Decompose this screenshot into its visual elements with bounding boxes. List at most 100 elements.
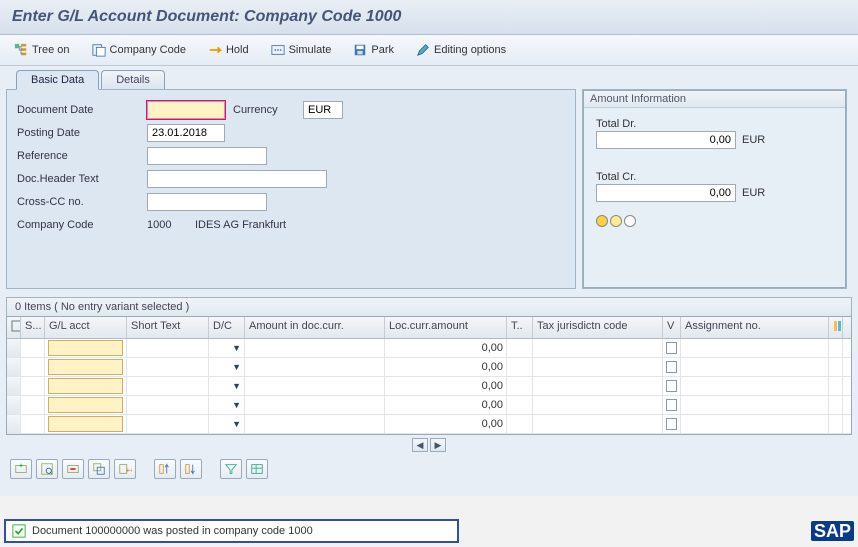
editing-options-button[interactable]: Editing options [412, 41, 510, 59]
chevron-down-icon: ▼ [232, 419, 241, 429]
cell-tax-jurisdiction[interactable] [533, 339, 663, 357]
row-selector[interactable] [7, 339, 21, 357]
cell-amount-doc[interactable] [245, 415, 385, 433]
cell-gl-acct[interactable] [45, 358, 127, 376]
cell-assignment[interactable] [681, 339, 829, 357]
row-selector[interactable] [7, 415, 21, 433]
cell-assignment[interactable] [681, 396, 829, 414]
cell-status[interactable] [21, 377, 45, 395]
posting-date-input[interactable] [147, 124, 225, 142]
col-gl-acct[interactable]: G/L acct [45, 317, 127, 338]
table-row[interactable]: ▼ 0,00 [7, 415, 851, 434]
cell-short-text[interactable] [127, 415, 209, 433]
cell-loc-amount[interactable]: 0,00 [385, 415, 507, 433]
col-loc-amount[interactable]: Loc.curr.amount [385, 317, 507, 338]
tab-basic-data[interactable]: Basic Data [16, 70, 99, 90]
tree-on-button[interactable]: Tree on [10, 41, 74, 59]
table-row[interactable]: ▼ 0,00 [7, 396, 851, 415]
cell-tax-code[interactable] [507, 358, 533, 376]
table-row[interactable]: ▼ 0,00 [7, 339, 851, 358]
cell-v-checkbox[interactable] [663, 358, 681, 376]
row-selector[interactable] [7, 396, 21, 414]
cell-loc-amount[interactable]: 0,00 [385, 358, 507, 376]
cell-status[interactable] [21, 339, 45, 357]
simulate-button[interactable]: Simulate [267, 41, 336, 59]
col-short-text[interactable]: Short Text [127, 317, 209, 338]
cell-tax-jurisdiction[interactable] [533, 415, 663, 433]
cell-tax-code[interactable] [507, 415, 533, 433]
cell-amount-doc[interactable] [245, 396, 385, 414]
cell-dc-dropdown[interactable]: ▼ [209, 358, 245, 376]
scroll-right-button[interactable]: ▶ [430, 438, 446, 452]
table-row[interactable]: ▼ 0,00 [7, 377, 851, 396]
cell-loc-amount[interactable]: 0,00 [385, 396, 507, 414]
reference-input[interactable] [147, 147, 267, 165]
cell-gl-acct[interactable] [45, 415, 127, 433]
cell-status[interactable] [21, 358, 45, 376]
select-all-icon[interactable] [7, 317, 21, 338]
cell-short-text[interactable] [127, 396, 209, 414]
cell-tax-jurisdiction[interactable] [533, 358, 663, 376]
cell-amount-doc[interactable] [245, 339, 385, 357]
cross-cc-input[interactable] [147, 193, 267, 211]
cell-v-checkbox[interactable] [663, 339, 681, 357]
cell-assignment[interactable] [681, 415, 829, 433]
cell-amount-doc[interactable] [245, 377, 385, 395]
cell-v-checkbox[interactable] [663, 396, 681, 414]
cell-gl-acct[interactable] [45, 396, 127, 414]
append-rows-button[interactable]: ++ [114, 459, 136, 479]
cell-tax-jurisdiction[interactable] [533, 377, 663, 395]
tab-details[interactable]: Details [101, 70, 165, 90]
document-date-input[interactable] [147, 101, 225, 119]
cell-gl-acct[interactable] [45, 377, 127, 395]
col-tax-code[interactable]: T.. [507, 317, 533, 338]
cell-gl-acct[interactable] [45, 339, 127, 357]
col-dc[interactable]: D/C [209, 317, 245, 338]
cell-dc-dropdown[interactable]: ▼ [209, 396, 245, 414]
cell-tax-code[interactable] [507, 377, 533, 395]
hold-button[interactable]: Hold [204, 41, 253, 59]
company-code-button[interactable]: Company Code [88, 41, 190, 59]
currency-input[interactable] [303, 101, 343, 119]
delete-row-button[interactable] [62, 459, 84, 479]
layout-button[interactable] [246, 459, 268, 479]
sort-asc-button[interactable] [154, 459, 176, 479]
configure-columns-icon[interactable] [829, 317, 843, 338]
cell-loc-amount[interactable]: 0,00 [385, 377, 507, 395]
cell-loc-amount[interactable]: 0,00 [385, 339, 507, 357]
cell-amount-doc[interactable] [245, 358, 385, 376]
col-amount-doc[interactable]: Amount in doc.curr. [245, 317, 385, 338]
col-tax-jurisdiction[interactable]: Tax jurisdictn code [533, 317, 663, 338]
col-assignment[interactable]: Assignment no. [681, 317, 829, 338]
cell-short-text[interactable] [127, 339, 209, 357]
row-selector[interactable] [7, 358, 21, 376]
cell-v-checkbox[interactable] [663, 377, 681, 395]
cell-assignment[interactable] [681, 377, 829, 395]
cell-dc-dropdown[interactable]: ▼ [209, 377, 245, 395]
status-message-box: Document 100000000 was posted in company… [4, 519, 459, 543]
insert-row-button[interactable] [10, 459, 32, 479]
cell-status[interactable] [21, 415, 45, 433]
copy-row-button[interactable] [88, 459, 110, 479]
cell-short-text[interactable] [127, 358, 209, 376]
posting-date-label: Posting Date [17, 127, 147, 139]
cell-v-checkbox[interactable] [663, 415, 681, 433]
row-selector[interactable] [7, 377, 21, 395]
cell-short-text[interactable] [127, 377, 209, 395]
cell-tax-code[interactable] [507, 339, 533, 357]
scroll-left-button[interactable]: ◀ [412, 438, 428, 452]
cell-status[interactable] [21, 396, 45, 414]
sort-desc-button[interactable] [180, 459, 202, 479]
col-status[interactable]: S... [21, 317, 45, 338]
cell-dc-dropdown[interactable]: ▼ [209, 339, 245, 357]
table-row[interactable]: ▼ 0,00 [7, 358, 851, 377]
cell-dc-dropdown[interactable]: ▼ [209, 415, 245, 433]
park-button[interactable]: Park [349, 41, 398, 59]
filter-button[interactable] [220, 459, 242, 479]
details-button[interactable] [36, 459, 58, 479]
col-v[interactable]: V [663, 317, 681, 338]
cell-assignment[interactable] [681, 358, 829, 376]
cell-tax-jurisdiction[interactable] [533, 396, 663, 414]
header-text-input[interactable] [147, 170, 327, 188]
cell-tax-code[interactable] [507, 396, 533, 414]
